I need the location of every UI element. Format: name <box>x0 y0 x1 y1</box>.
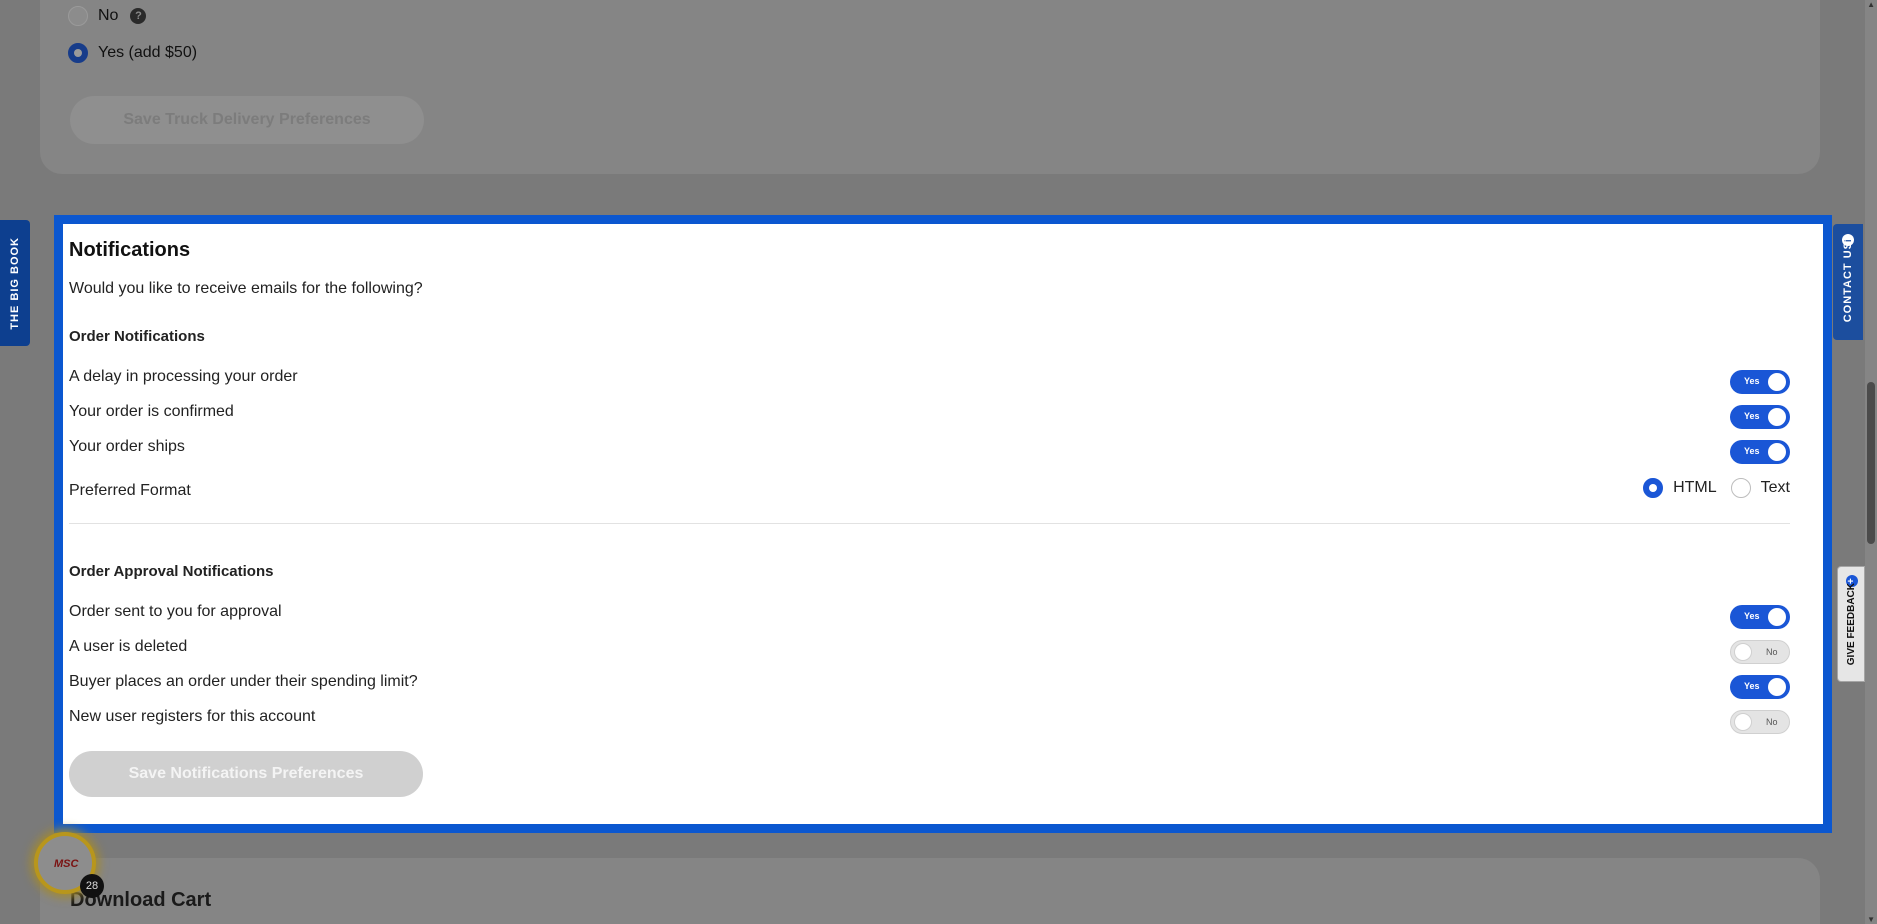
user-deleted-toggle[interactable]: No <box>1730 640 1790 664</box>
give-feedback-label: GIVE FEEDBACK <box>1845 582 1857 666</box>
big-book-tab[interactable]: THE BIG BOOK <box>0 220 30 346</box>
approval-sent-label: Order sent to you for approval <box>69 603 282 620</box>
big-book-label: THE BIG BOOK <box>9 236 21 330</box>
format-html-label: HTML <box>1673 479 1717 496</box>
notification-count-badge: 28 <box>80 874 104 898</box>
toggle-state: Yes <box>1744 446 1760 456</box>
page-scrollbar[interactable]: ▲ ▼ <box>1865 0 1877 924</box>
toggle-knob <box>1734 643 1752 661</box>
user-registers-label: New user registers for this account <box>69 708 316 725</box>
save-truck-delivery-button[interactable]: Save Truck Delivery Preferences <box>70 96 424 144</box>
save-notifications-button[interactable]: Save Notifications Preferences <box>69 751 423 797</box>
toggle-state: Yes <box>1744 681 1760 691</box>
order-notifications-heading: Order Notifications <box>69 328 205 345</box>
approval-sent-toggle[interactable]: Yes <box>1730 605 1790 629</box>
chat-launcher[interactable]: MSC 28 <box>34 832 104 898</box>
approval-notifications-heading: Order Approval Notifications <box>69 563 274 580</box>
help-icon[interactable]: ? <box>130 8 147 24</box>
order-delay-toggle[interactable]: Yes <box>1730 370 1790 394</box>
radio-yes[interactable] <box>68 43 88 63</box>
toggle-state: Yes <box>1744 611 1760 621</box>
radio-no[interactable] <box>68 6 88 26</box>
format-text-label: Text <box>1760 479 1790 496</box>
order-confirmed-label: Your order is confirmed <box>69 403 234 420</box>
truck-option-yes-label: Yes (add $50) <box>98 44 198 61</box>
toggle-knob <box>1768 678 1786 696</box>
toggle-state: Yes <box>1744 411 1760 421</box>
order-ships-toggle[interactable]: Yes <box>1730 440 1790 464</box>
spending-limit-toggle[interactable]: Yes <box>1730 675 1790 699</box>
toggle-state: No <box>1766 647 1778 657</box>
truck-delivery-card <box>40 0 1820 174</box>
notifications-title: Notifications <box>69 239 191 261</box>
msc-logo: MSC <box>54 858 79 870</box>
format-option-html[interactable]: HTML <box>1643 478 1717 498</box>
toggle-knob <box>1768 443 1786 461</box>
scroll-down-icon[interactable]: ▼ <box>1867 915 1875 924</box>
toggle-knob <box>1768 373 1786 391</box>
order-delay-label: A delay in processing your order <box>69 368 298 385</box>
toggle-state: No <box>1766 717 1778 727</box>
contact-us-tab[interactable]: i CONTACT US <box>1833 224 1863 340</box>
toggle-knob <box>1768 608 1786 626</box>
radio-text[interactable] <box>1730 478 1751 498</box>
scroll-up-icon[interactable]: ▲ <box>1867 0 1875 9</box>
order-ships-label: Your order ships <box>69 438 185 455</box>
toggle-knob <box>1734 713 1752 731</box>
truck-option-no[interactable]: No ? <box>68 6 147 26</box>
radio-html[interactable] <box>1643 478 1664 498</box>
truck-option-yes[interactable]: Yes (add $50) <box>68 43 197 63</box>
user-deleted-label: A user is deleted <box>69 638 188 655</box>
toggle-knob <box>1768 408 1786 426</box>
toggle-state: Yes <box>1744 376 1760 386</box>
scroll-thumb[interactable] <box>1867 382 1875 544</box>
format-radio-group: HTML Text <box>1643 478 1790 498</box>
download-cart-card <box>40 858 1820 924</box>
contact-us-label: CONTACT US <box>1842 241 1854 323</box>
user-registers-toggle[interactable]: No <box>1730 710 1790 734</box>
preferred-format-label: Preferred Format <box>69 482 191 499</box>
notifications-card: Notifications Would you like to receive … <box>54 215 1832 833</box>
spending-limit-label: Buyer places an order under their spendi… <box>69 673 418 690</box>
notifications-subtitle: Would you like to receive emails for the… <box>69 280 423 297</box>
give-feedback-tab[interactable]: + GIVE FEEDBACK <box>1837 566 1865 682</box>
truck-option-no-label: No <box>98 7 119 24</box>
section-divider <box>69 523 1790 524</box>
order-confirmed-toggle[interactable]: Yes <box>1730 405 1790 429</box>
format-option-text[interactable]: Text <box>1730 478 1790 498</box>
